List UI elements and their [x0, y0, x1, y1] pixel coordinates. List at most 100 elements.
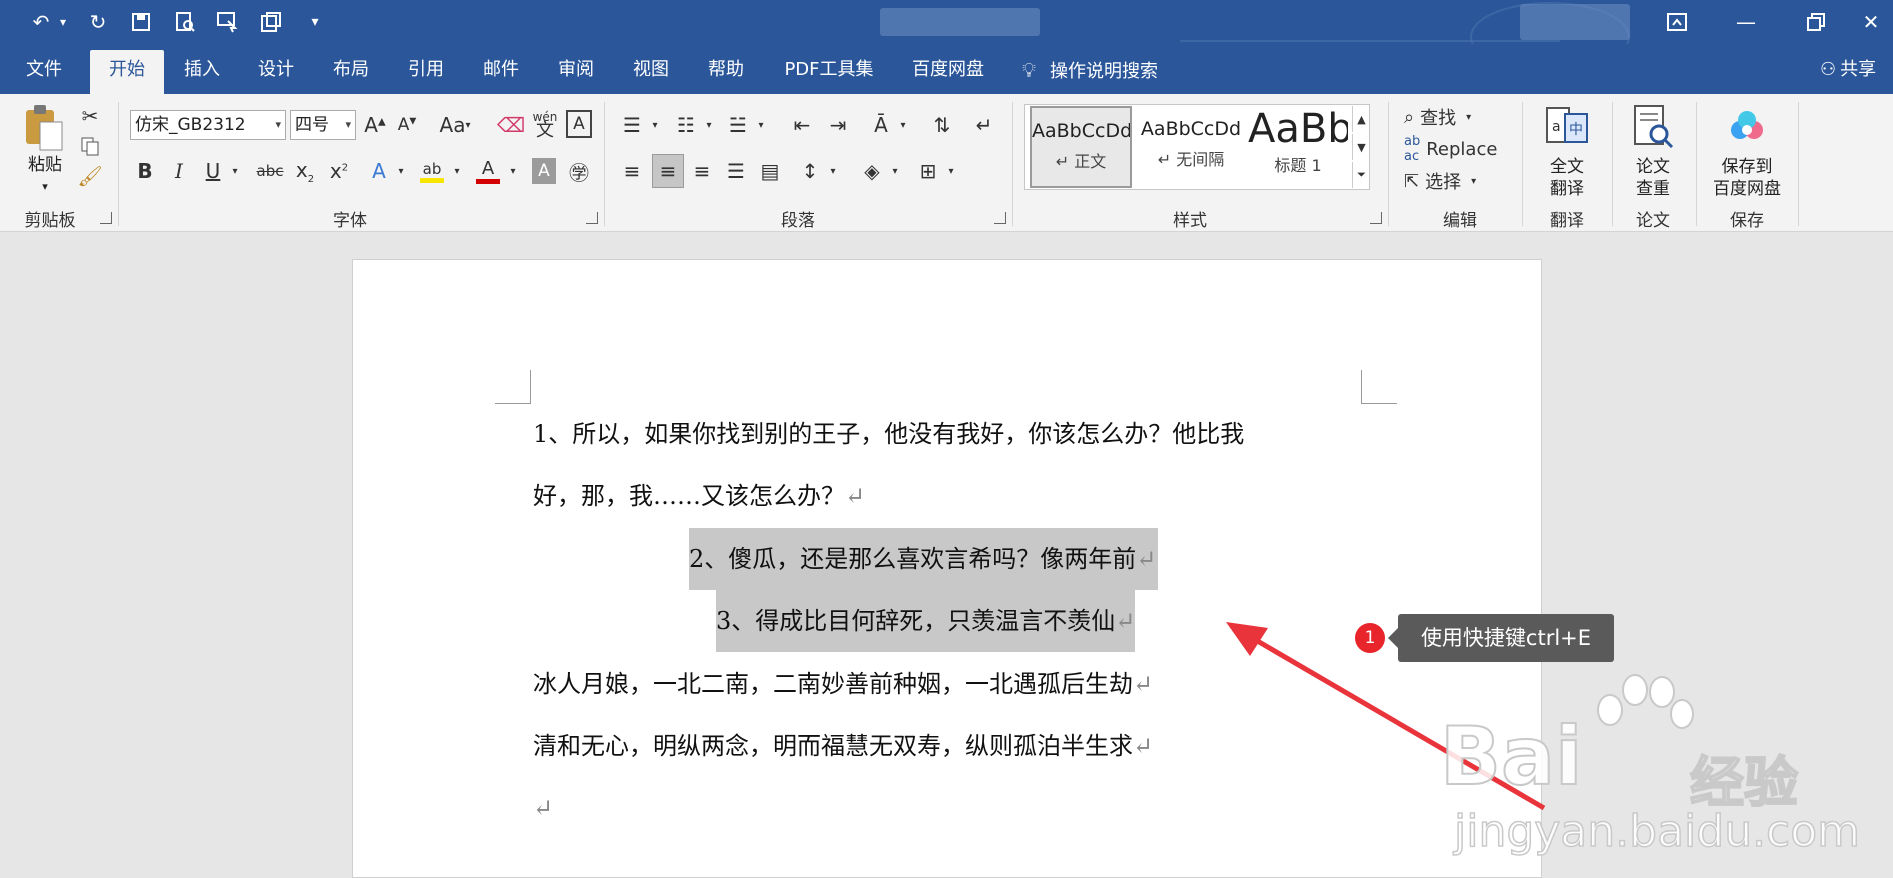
tab-pdf-tools[interactable]: PDF工具集: [770, 50, 888, 94]
tab-design[interactable]: 设计: [240, 50, 312, 94]
italic-button[interactable]: I: [166, 156, 192, 186]
ribbon-display-button[interactable]: [1640, 0, 1714, 44]
change-case-button[interactable]: Aa ▾: [434, 110, 476, 140]
thesis-check-button[interactable]: 论文 查重: [1618, 104, 1688, 200]
touch-mode-button[interactable]: [212, 8, 242, 36]
underline-button[interactable]: U: [200, 156, 226, 186]
doc-line-3-selected[interactable]: 2、傻瓜，还是那么喜欢言希吗？像两年前↵: [689, 528, 1159, 590]
doc-line-2[interactable]: 好，那，我……又该怎么办？↵: [533, 476, 865, 516]
numbering-dropdown[interactable]: ▾: [702, 110, 716, 140]
tab-layout[interactable]: 布局: [315, 50, 387, 94]
tab-review[interactable]: 审阅: [540, 50, 612, 94]
restore-button[interactable]: [1779, 0, 1853, 44]
multilevel-list-dropdown[interactable]: ▾: [754, 110, 768, 140]
tab-home[interactable]: 开始: [90, 50, 164, 94]
clipboard-launcher[interactable]: [100, 212, 112, 224]
style-heading-1[interactable]: AaBb 标题 1: [1248, 106, 1348, 188]
styles-scroll-down[interactable]: ▼: [1352, 134, 1370, 160]
decrease-indent-button[interactable]: ⇤: [788, 110, 816, 140]
highlight-dropdown[interactable]: ▾: [450, 156, 464, 186]
print-preview-button[interactable]: [170, 8, 200, 36]
strikethrough-button[interactable]: abc: [254, 156, 286, 186]
increase-indent-button[interactable]: ⇥: [824, 110, 852, 140]
borders-button[interactable]: ⊞: [914, 156, 942, 186]
align-left-button[interactable]: ≡: [618, 156, 646, 186]
highlight-button[interactable]: ab: [418, 154, 446, 188]
tab-baidu-netdisk[interactable]: 百度网盘: [898, 50, 998, 94]
close-icon: ✕: [1862, 10, 1880, 34]
font-size-combo[interactable]: 四号 ▾: [290, 110, 356, 140]
undo-button[interactable]: ↶: [26, 8, 56, 36]
font-color-button[interactable]: A: [474, 154, 502, 188]
full-translate-button[interactable]: a中 全文 翻译: [1530, 104, 1604, 200]
bullets-dropdown[interactable]: ▾: [648, 110, 662, 140]
empty-paragraph-mark[interactable]: ↵: [533, 788, 553, 828]
shrink-font-button[interactable]: A▼: [394, 110, 420, 140]
tab-view[interactable]: 视图: [615, 50, 687, 94]
format-painter-button[interactable]: 🖌︎: [77, 164, 102, 188]
minimize-button[interactable]: —: [1709, 0, 1783, 44]
style-no-spacing[interactable]: AaBbCcDd ↵ 无间隔: [1140, 106, 1242, 188]
font-color-dropdown[interactable]: ▾: [506, 156, 520, 186]
style-normal[interactable]: AaBbCcDd ↵ 正文: [1030, 106, 1132, 188]
shading-button[interactable]: ◈: [858, 156, 886, 186]
tell-me-search[interactable]: 💡︎ 操作说明搜索: [1022, 50, 1158, 90]
character-shading-button[interactable]: A: [532, 158, 556, 184]
cut-button[interactable]: ✂: [78, 104, 102, 128]
styles-launcher[interactable]: [1370, 212, 1382, 224]
redo-button[interactable]: ↻: [83, 8, 113, 36]
justify-button[interactable]: ☰: [722, 156, 750, 186]
styles-scroll-up[interactable]: ▲: [1352, 106, 1370, 132]
tab-mailings[interactable]: 邮件: [465, 50, 537, 94]
font-name-combo[interactable]: 仿宋_GB2312 ▾: [130, 110, 286, 140]
text-effects-dropdown[interactable]: ▾: [394, 156, 408, 186]
character-border-button[interactable]: A: [566, 110, 592, 138]
doc-line-5[interactable]: 冰人月娘，一北二南，二南妙善前种姻，一北遇孤后生劫↵: [533, 664, 1153, 704]
customize-qa-button[interactable]: ▾: [300, 8, 330, 36]
multilevel-list-button[interactable]: ☱: [724, 110, 752, 140]
tab-file[interactable]: 文件: [6, 50, 82, 94]
save-to-netdisk-button[interactable]: 保存到 百度网盘: [1704, 104, 1790, 200]
subscript-button[interactable]: x2: [292, 156, 318, 186]
save-button[interactable]: [126, 8, 156, 36]
sort-button[interactable]: ⇅: [928, 110, 956, 140]
styles-more[interactable]: ⏷: [1352, 162, 1370, 188]
asian-layout-dropdown[interactable]: ▾: [896, 110, 910, 140]
distributed-button[interactable]: ▤: [756, 156, 784, 186]
align-right-button[interactable]: ≡: [688, 156, 716, 186]
numbering-button[interactable]: ☷: [672, 110, 700, 140]
tab-insert[interactable]: 插入: [166, 50, 238, 94]
bold-button[interactable]: B: [132, 156, 158, 186]
bullets-button[interactable]: ☰: [618, 110, 646, 140]
grow-font-button[interactable]: A▲: [362, 110, 388, 140]
tab-help[interactable]: 帮助: [690, 50, 762, 94]
align-center-button[interactable]: ≡: [652, 154, 684, 188]
superscript-button[interactable]: x2: [326, 156, 352, 186]
line-spacing-dropdown[interactable]: ▾: [826, 156, 840, 186]
borders-dropdown[interactable]: ▾: [944, 156, 958, 186]
close-button[interactable]: ✕: [1849, 0, 1893, 44]
undo-dropdown[interactable]: ▾: [56, 8, 70, 36]
form-button[interactable]: [256, 8, 286, 36]
paragraph-launcher[interactable]: [994, 212, 1006, 224]
clear-formatting-button[interactable]: ⌫: [497, 110, 525, 140]
find-button[interactable]: ⌕ 查找 ▾: [1404, 102, 1514, 132]
enclose-characters-button[interactable]: ㊫: [566, 156, 592, 186]
phonetic-guide-button[interactable]: wén 文: [530, 106, 560, 142]
doc-line-1[interactable]: 1、所以，如果你找到别的王子，他没有我好，你该怎么办？他比我: [533, 414, 1244, 454]
font-launcher[interactable]: [586, 212, 598, 224]
show-marks-button[interactable]: ↵: [970, 110, 998, 140]
tab-references[interactable]: 引用: [390, 50, 462, 94]
text-effects-button[interactable]: A: [366, 156, 392, 186]
underline-dropdown[interactable]: ▾: [228, 156, 242, 186]
asian-layout-button[interactable]: Ā: [866, 110, 896, 140]
doc-line-4-selected[interactable]: 3、得成比目何辞死，只羡温言不羡仙↵: [716, 590, 1136, 652]
line-spacing-button[interactable]: ↕: [796, 156, 824, 186]
doc-line-6[interactable]: 清和无心，明纵两念，明而福慧无双寿，纵则孤泊半生求↵: [533, 726, 1153, 766]
select-button[interactable]: ⇱ 选择 ▾: [1404, 166, 1514, 196]
document-page[interactable]: 1、所以，如果你找到别的王子，他没有我好，你该怎么办？他比我 好，那，我……又该…: [352, 259, 1542, 878]
paste-button[interactable]: 粘贴 ▾: [14, 102, 76, 198]
copy-button[interactable]: [78, 134, 102, 158]
share-button[interactable]: ⚇ 共享: [1820, 50, 1876, 90]
shading-dropdown[interactable]: ▾: [888, 156, 902, 186]
